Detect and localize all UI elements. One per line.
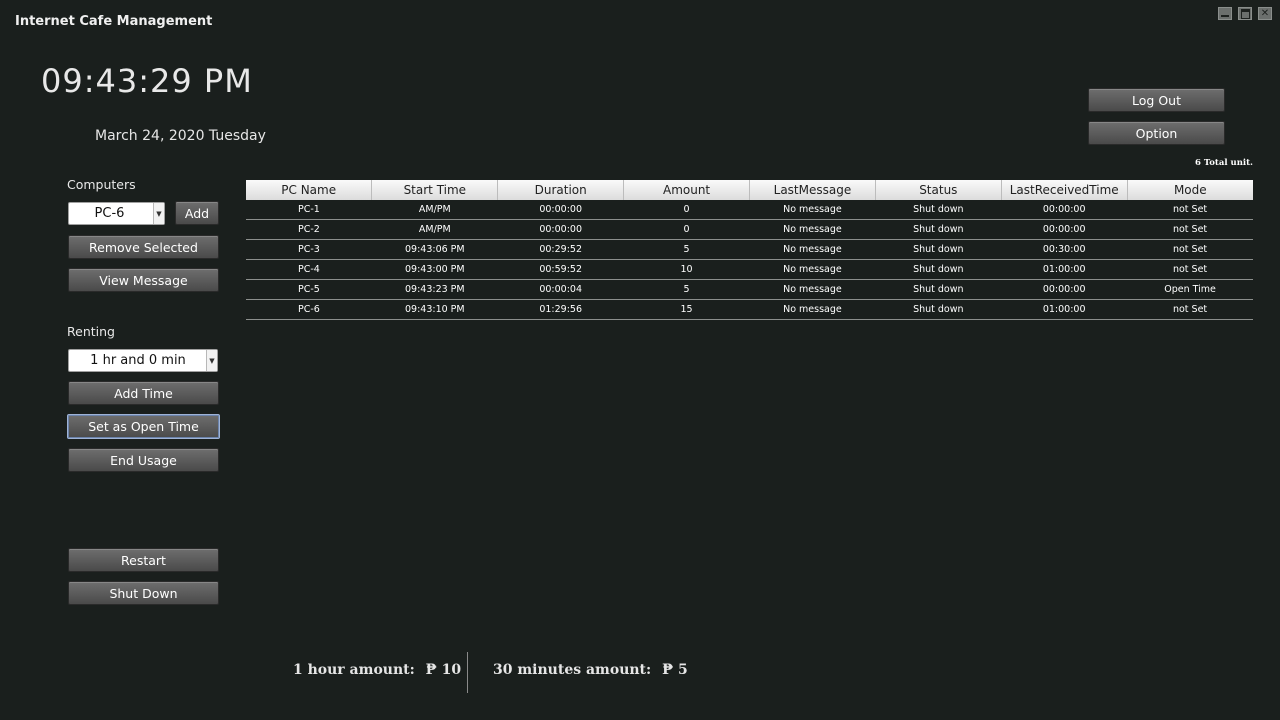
table-cell: PC-6 bbox=[246, 299, 372, 320]
table-cell: PC-4 bbox=[246, 259, 372, 280]
table-cell: PC-5 bbox=[246, 279, 372, 300]
table-cell: No message bbox=[749, 279, 876, 300]
table-cell: AM/PM bbox=[371, 219, 498, 240]
view-message-button[interactable]: View Message bbox=[68, 268, 219, 292]
table-cell: Open Time bbox=[1127, 279, 1253, 300]
table-cell: 5 bbox=[623, 279, 750, 300]
add-time-button[interactable]: Add Time bbox=[68, 381, 219, 405]
duration-select[interactable]: 1 hr and 0 min ▼ bbox=[68, 349, 218, 372]
table-cell: 01:00:00 bbox=[1001, 299, 1128, 320]
table-cell: PC-3 bbox=[246, 239, 372, 260]
app-title: Internet Cafe Management bbox=[15, 14, 213, 29]
table-cell: not Set bbox=[1127, 200, 1253, 220]
table-row[interactable]: PC-5 09:43:23 PM 00:00:04 5 No message S… bbox=[246, 279, 1253, 300]
computer-select-value: PC-6 bbox=[94, 206, 125, 221]
table-cell: 15 bbox=[623, 299, 750, 320]
clock-time: 09:43:29 PM bbox=[41, 62, 253, 100]
table-cell: No message bbox=[749, 200, 876, 220]
minimize-icon[interactable] bbox=[1218, 7, 1232, 20]
column-header-start-time[interactable]: Start Time bbox=[371, 180, 498, 200]
half-hour-amount: 30 minutes amount: ₱ 5 bbox=[493, 662, 688, 678]
logout-button[interactable]: Log Out bbox=[1088, 88, 1225, 112]
table-cell: Shut down bbox=[875, 259, 1002, 280]
shutdown-button[interactable]: Shut Down bbox=[68, 581, 219, 605]
table-cell: 00:00:04 bbox=[497, 279, 624, 300]
table-cell: 09:43:06 PM bbox=[371, 239, 498, 260]
table-cell: Shut down bbox=[875, 219, 1002, 240]
table-cell: 0 bbox=[623, 219, 750, 240]
table-cell: 0 bbox=[623, 200, 750, 220]
table-cell: 09:43:23 PM bbox=[371, 279, 498, 300]
set-open-time-button[interactable]: Set as Open Time bbox=[67, 414, 220, 439]
table-cell: No message bbox=[749, 259, 876, 280]
table-row[interactable]: PC-6 09:43:10 PM 01:29:56 15 No message … bbox=[246, 299, 1253, 320]
restart-button[interactable]: Restart bbox=[68, 548, 219, 572]
table-row[interactable]: PC-1 AM/PM 00:00:00 0 No message Shut do… bbox=[246, 200, 1253, 220]
table-header-row: PC Name Start Time Duration Amount LastM… bbox=[246, 180, 1253, 200]
table-cell: Shut down bbox=[875, 279, 1002, 300]
total-units-label: 6 Total unit. bbox=[1195, 158, 1253, 168]
hour-amount-value: ₱ 10 bbox=[425, 662, 462, 678]
table-row[interactable]: PC-2 AM/PM 00:00:00 0 No message Shut do… bbox=[246, 219, 1253, 240]
table-cell: Shut down bbox=[875, 299, 1002, 320]
table-cell: 00:29:52 bbox=[497, 239, 624, 260]
column-header-last-message[interactable]: LastMessage bbox=[749, 180, 876, 200]
table-cell: 01:29:56 bbox=[497, 299, 624, 320]
table-cell: Shut down bbox=[875, 200, 1002, 220]
half-hour-amount-label: 30 minutes amount: bbox=[493, 662, 652, 678]
column-header-status[interactable]: Status bbox=[874, 180, 1002, 200]
computers-label: Computers bbox=[67, 177, 136, 192]
column-header-amount[interactable]: Amount bbox=[623, 180, 750, 200]
table-cell: 00:00:00 bbox=[497, 200, 624, 220]
table-cell: 5 bbox=[623, 239, 750, 260]
computer-select[interactable]: PC-6 ▼ bbox=[68, 202, 165, 225]
table-cell: 09:43:00 PM bbox=[371, 259, 498, 280]
table-cell: 00:00:00 bbox=[1001, 219, 1128, 240]
column-header-mode[interactable]: Mode bbox=[1126, 180, 1253, 200]
table-row[interactable]: PC-4 09:43:00 PM 00:59:52 10 No message … bbox=[246, 259, 1253, 280]
table-cell: No message bbox=[749, 219, 876, 240]
maximize-icon[interactable] bbox=[1238, 7, 1252, 20]
table-cell: PC-2 bbox=[246, 219, 372, 240]
renting-label: Renting bbox=[67, 324, 115, 339]
column-header-last-received-time[interactable]: LastReceivedTime bbox=[1000, 180, 1128, 200]
table-cell: 00:00:00 bbox=[1001, 279, 1128, 300]
close-icon[interactable]: ✕ bbox=[1258, 7, 1272, 20]
table-row[interactable]: PC-3 09:43:06 PM 00:29:52 5 No message S… bbox=[246, 239, 1253, 260]
remove-selected-button[interactable]: Remove Selected bbox=[68, 235, 219, 259]
table-cell: not Set bbox=[1127, 239, 1253, 260]
table-cell: 00:00:00 bbox=[497, 219, 624, 240]
column-header-pc-name[interactable]: PC Name bbox=[246, 180, 372, 200]
table-cell: 10 bbox=[623, 259, 750, 280]
table-cell: No message bbox=[749, 239, 876, 260]
chevron-down-icon[interactable]: ▼ bbox=[153, 203, 164, 224]
table-cell: 01:00:00 bbox=[1001, 259, 1128, 280]
table-cell: not Set bbox=[1127, 259, 1253, 280]
window-controls: ✕ bbox=[1218, 7, 1272, 20]
table-cell: PC-1 bbox=[246, 200, 372, 220]
table-cell: 00:30:00 bbox=[1001, 239, 1128, 260]
end-usage-button[interactable]: End Usage bbox=[68, 448, 219, 472]
duration-select-value: 1 hr and 0 min bbox=[90, 353, 186, 368]
column-header-duration[interactable]: Duration bbox=[497, 180, 624, 200]
table-cell: 09:43:10 PM bbox=[371, 299, 498, 320]
clock-date: March 24, 2020 Tuesday bbox=[95, 128, 266, 144]
hour-amount: 1 hour amount: ₱ 10 bbox=[293, 662, 461, 678]
footer-divider bbox=[467, 652, 468, 693]
table-cell: not Set bbox=[1127, 299, 1253, 320]
table-cell: 00:59:52 bbox=[497, 259, 624, 280]
chevron-down-icon[interactable]: ▼ bbox=[206, 350, 217, 371]
table-cell: 00:00:00 bbox=[1001, 200, 1128, 220]
table-cell: Shut down bbox=[875, 239, 1002, 260]
add-computer-button[interactable]: Add bbox=[175, 201, 219, 225]
hour-amount-label: 1 hour amount: bbox=[293, 662, 415, 678]
option-button[interactable]: Option bbox=[1088, 121, 1225, 145]
table-cell: AM/PM bbox=[371, 200, 498, 220]
half-hour-amount-value: ₱ 5 bbox=[662, 662, 688, 678]
table-cell: not Set bbox=[1127, 219, 1253, 240]
table-cell: No message bbox=[749, 299, 876, 320]
computers-table[interactable]: PC Name Start Time Duration Amount LastM… bbox=[246, 180, 1253, 320]
